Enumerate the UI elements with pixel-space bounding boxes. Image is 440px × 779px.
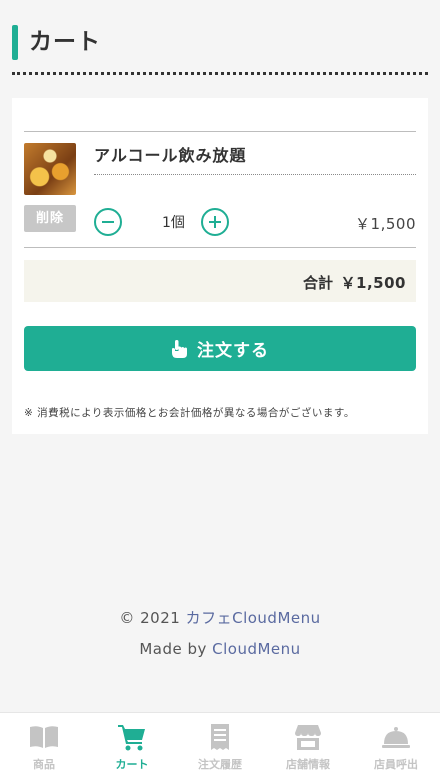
nav-label: 注文履歴	[198, 758, 242, 771]
page: カート アルコール飲み放題 削除 1個 ￥1,500 合計 ￥1,500 注文す…	[0, 0, 440, 712]
nav-item-call-staff[interactable]: 店員呼出	[352, 713, 440, 779]
divider	[24, 131, 416, 132]
decrease-quantity-button[interactable]	[94, 208, 122, 236]
page-header: カート	[12, 25, 428, 75]
increase-quantity-button[interactable]	[201, 208, 229, 236]
item-name: アルコール飲み放題	[94, 146, 247, 165]
nav-label: 商品	[33, 758, 55, 771]
nav-item-products[interactable]: 商品	[0, 713, 88, 779]
store-icon	[295, 725, 321, 750]
delete-button[interactable]: 削除	[24, 205, 76, 232]
bottom-nav: 商品 カート 注文履歴 店舗情報 店員呼出	[0, 712, 440, 779]
header-divider	[12, 72, 428, 75]
minus-icon	[102, 221, 114, 223]
item-quantity: 1個	[162, 215, 185, 231]
total-value: ￥1,500	[340, 274, 406, 292]
total-label: 合計	[302, 274, 333, 292]
hand-pointer-icon	[172, 339, 187, 358]
nav-label: 店舗情報	[286, 758, 330, 771]
shop-link[interactable]: カフェCloudMenu	[186, 609, 321, 627]
order-button-label: 注文する	[197, 341, 269, 361]
total-box: 合計 ￥1,500	[24, 260, 416, 302]
item-divider	[94, 174, 416, 175]
page-title: カート	[29, 29, 101, 55]
divider	[24, 247, 416, 248]
nav-label: カート	[115, 758, 149, 771]
tax-notice: ※ 消費税により表示価格とお会計価格が異なる場合がございます。	[24, 407, 355, 419]
nav-item-order-history[interactable]: 注文履歴	[176, 713, 264, 779]
item-thumbnail	[24, 143, 76, 195]
cart-card: アルコール飲み放題 削除 1個 ￥1,500 合計 ￥1,500 注文する ※ …	[12, 98, 428, 434]
book-open-icon	[30, 726, 58, 748]
nav-item-cart[interactable]: カート	[88, 713, 176, 779]
footer-made-by: Made by CloudMenu	[0, 640, 440, 658]
cart-icon	[118, 725, 145, 751]
item-price: ￥1,500	[355, 215, 416, 233]
bell-icon	[382, 727, 410, 748]
nav-item-store-info[interactable]: 店舗情報	[264, 713, 352, 779]
order-button[interactable]: 注文する	[24, 326, 416, 371]
nav-label: 店員呼出	[374, 758, 418, 771]
header-accent-bar	[12, 25, 18, 60]
footer-copyright: © 2021 カフェCloudMenu	[0, 607, 440, 628]
copyright-prefix: © 2021	[119, 609, 186, 627]
receipt-icon	[211, 724, 229, 750]
plus-icon	[209, 216, 221, 228]
cloudmenu-link[interactable]: CloudMenu	[212, 640, 301, 658]
made-by-prefix: Made by	[139, 640, 213, 658]
